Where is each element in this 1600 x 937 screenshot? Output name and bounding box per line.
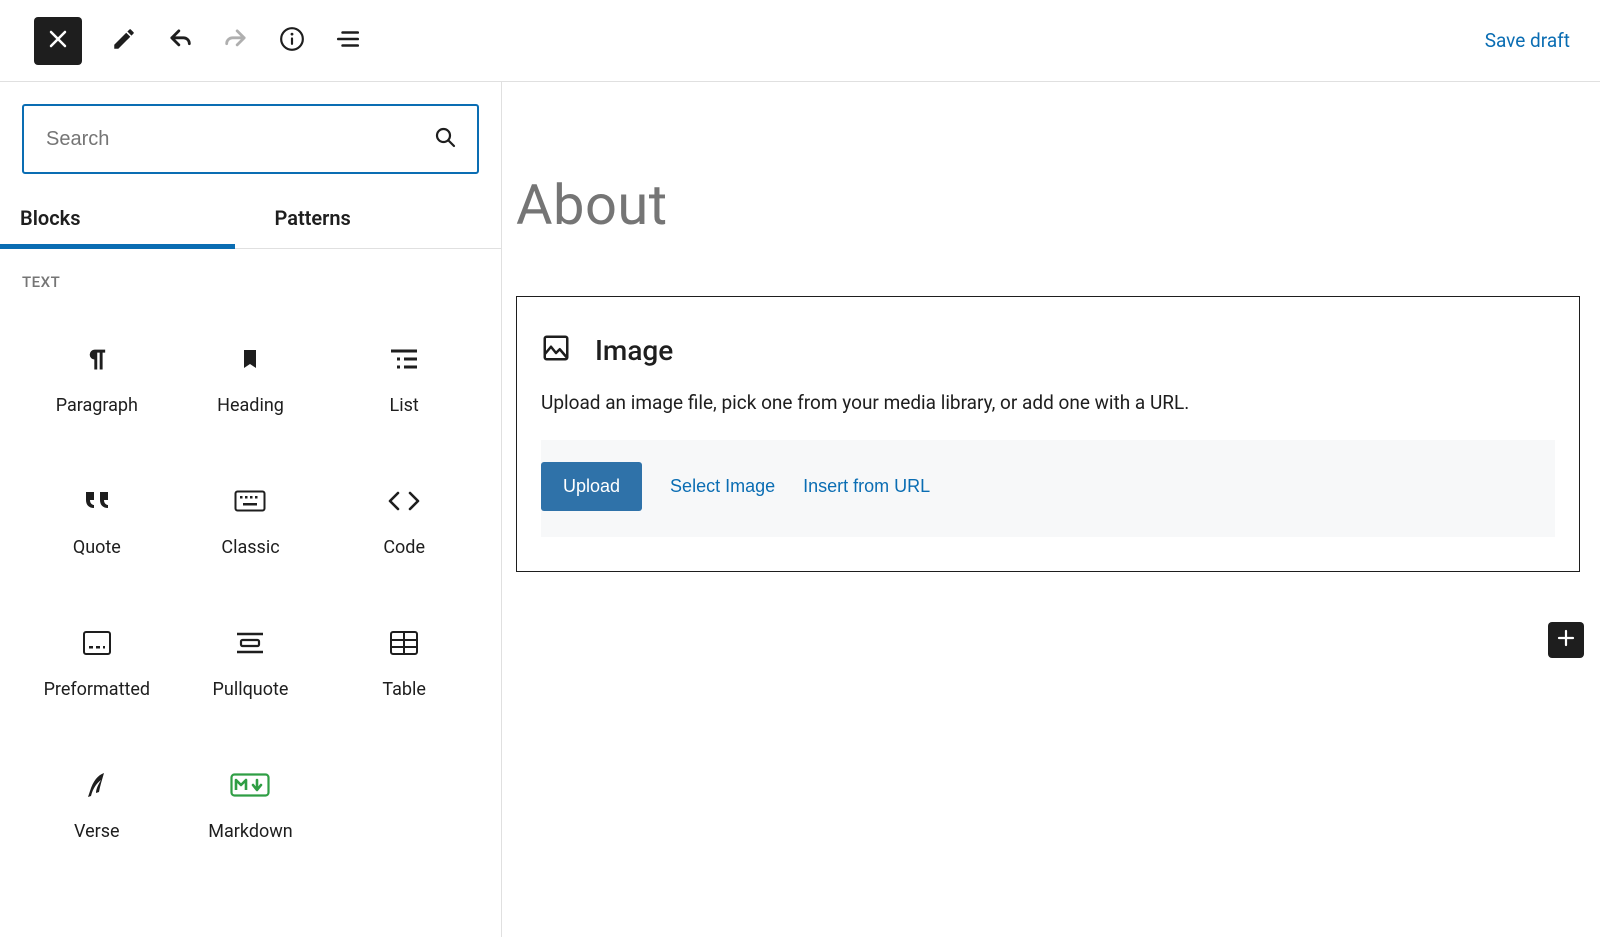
upload-button[interactable]: Upload: [541, 462, 642, 511]
tab-label: Blocks: [20, 206, 80, 230]
pencil-icon: [111, 26, 137, 56]
image-block-header: Image: [541, 333, 1555, 367]
image-icon: [541, 333, 571, 367]
info-icon: [279, 26, 305, 56]
undo-button[interactable]: [166, 27, 194, 55]
code-icon: [387, 479, 421, 523]
page-title[interactable]: About: [516, 172, 1580, 238]
select-image-button[interactable]: Select Image: [670, 476, 775, 497]
bookmark-icon: [238, 337, 262, 381]
block-grid: Paragraph Heading Li: [0, 313, 501, 865]
info-button[interactable]: [278, 27, 306, 55]
close-icon: [48, 29, 68, 53]
plus-icon: [1556, 628, 1576, 652]
block-classic[interactable]: Classic: [176, 455, 326, 581]
image-block-description: Upload an image file, pick one from your…: [541, 391, 1555, 440]
editor-canvas: About Image Upload an image file, pick o…: [502, 82, 1600, 937]
outline-icon: [335, 26, 361, 56]
block-label: Pullquote: [213, 679, 289, 700]
block-paragraph[interactable]: Paragraph: [22, 313, 172, 439]
image-block-placeholder[interactable]: Image Upload an image file, pick one fro…: [516, 296, 1580, 572]
image-block-title: Image: [595, 334, 673, 367]
save-draft-button[interactable]: Save draft: [1485, 29, 1570, 52]
block-label: Verse: [74, 821, 120, 842]
block-label: Quote: [73, 537, 121, 558]
inserter-tabs: Blocks Patterns: [0, 196, 501, 249]
quill-icon: [85, 763, 109, 807]
block-markdown[interactable]: Markdown: [176, 739, 326, 865]
quote-icon: [82, 479, 112, 523]
block-label: Code: [383, 537, 425, 558]
pullquote-icon: [235, 621, 265, 665]
redo-button[interactable]: [222, 27, 250, 55]
block-label: List: [390, 395, 419, 416]
block-label: Heading: [217, 395, 284, 416]
tab-blocks[interactable]: Blocks: [0, 196, 247, 248]
block-table[interactable]: Table: [329, 597, 479, 723]
block-label: Paragraph: [56, 395, 138, 416]
image-block-body: Upload an image file, pick one from your…: [541, 391, 1555, 537]
block-heading[interactable]: Heading: [176, 313, 326, 439]
block-verse[interactable]: Verse: [22, 739, 172, 865]
markdown-icon: [230, 763, 270, 807]
block-preformatted[interactable]: Preformatted: [22, 597, 172, 723]
block-label: Table: [382, 679, 426, 700]
outline-button[interactable]: [334, 27, 362, 55]
block-label: Markdown: [208, 821, 292, 842]
block-category-label: TEXT: [0, 249, 501, 299]
search-input[interactable]: [22, 104, 479, 174]
block-list[interactable]: List: [329, 313, 479, 439]
add-block-button[interactable]: [1548, 622, 1584, 658]
image-block-actions: Upload Select Image Insert from URL: [541, 440, 1555, 511]
insert-from-url-button[interactable]: Insert from URL: [803, 476, 930, 497]
main-area: Blocks Patterns TEXT Paragraph Heading: [0, 82, 1600, 937]
search-wrap: [0, 104, 501, 174]
tab-patterns[interactable]: Patterns: [247, 196, 502, 248]
close-button[interactable]: [34, 17, 82, 65]
block-label: Classic: [221, 537, 279, 558]
table-icon: [389, 621, 419, 665]
list-icon: [389, 337, 419, 381]
block-inserter-panel: Blocks Patterns TEXT Paragraph Heading: [0, 82, 502, 937]
undo-icon: [166, 25, 194, 57]
block-code[interactable]: Code: [329, 455, 479, 581]
preformatted-icon: [82, 621, 112, 665]
tab-label: Patterns: [275, 206, 351, 230]
keyboard-icon: [234, 479, 266, 523]
block-pullquote[interactable]: Pullquote: [176, 597, 326, 723]
block-quote[interactable]: Quote: [22, 455, 172, 581]
redo-icon: [222, 25, 250, 57]
top-toolbar: Save draft: [0, 0, 1600, 82]
block-label: Preformatted: [44, 679, 151, 700]
search-field: [22, 104, 479, 174]
pilcrow-icon: [83, 337, 111, 381]
edit-button[interactable]: [110, 27, 138, 55]
